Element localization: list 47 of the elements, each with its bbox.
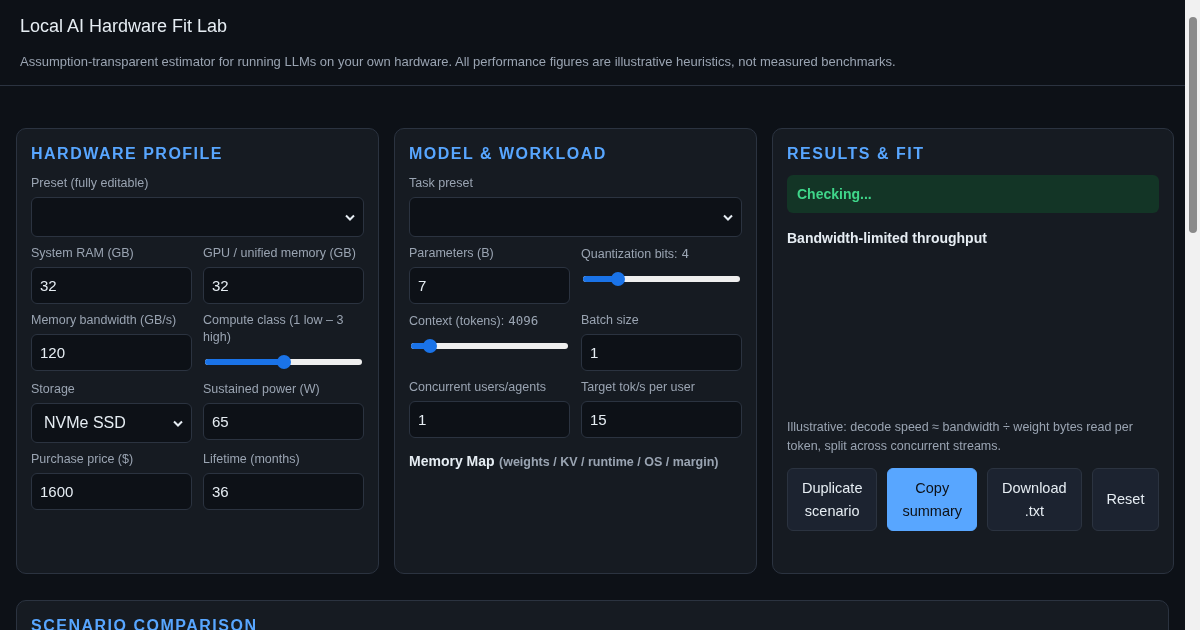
- field-label: Compute class (1 low – 3 high): [203, 312, 345, 346]
- action-button[interactable]: Reset: [1091, 468, 1160, 531]
- dropdown-field[interactable]: [31, 197, 364, 237]
- field-label: Storage: [31, 381, 76, 398]
- number-field[interactable]: 36: [203, 473, 364, 510]
- app-subtitle: Assumption-transparent estimator for running LLMs on your own hardware. All performance figures are illustrative heuristics, not measured benchmarks.: [20, 54, 897, 69]
- field-label: Quantization bits: 4: [581, 245, 691, 263]
- action-button[interactable]: Duplicate scenario: [787, 468, 878, 531]
- action-button[interactable]: Download .txt: [987, 468, 1082, 531]
- number-field[interactable]: 7: [409, 267, 570, 304]
- dropdown-field[interactable]: [409, 197, 742, 237]
- field-label: Memory bandwidth (GB/s): [31, 312, 178, 329]
- field-label: Purchase price ($): [31, 451, 135, 468]
- number-field[interactable]: 15: [581, 401, 742, 438]
- action-button[interactable]: Copy summary: [887, 468, 978, 531]
- field-label: Batch size: [581, 312, 640, 329]
- section-title: Bandwidth-limited throughput: [787, 230, 988, 246]
- number-field[interactable]: 32: [31, 267, 192, 304]
- number-field[interactable]: 1600: [31, 473, 192, 510]
- number-field[interactable]: 1: [581, 334, 742, 371]
- chevron-down-icon: [723, 213, 733, 221]
- app-title: Local AI Hardware Fit Lab: [20, 16, 229, 37]
- dropdown-field[interactable]: NVMe SSD: [31, 403, 192, 443]
- status-banner: Checking...: [787, 175, 1160, 213]
- number-field[interactable]: 32: [203, 267, 364, 304]
- field-label: Task preset: [409, 175, 474, 192]
- field-label: Sustained power (W): [203, 381, 321, 398]
- note-text: Illustrative: decode speed ≈ bandwidth ÷ weight bytes read per token, split across concurrent streams.: [787, 419, 1134, 455]
- section-note: (weights / KV / runtime / OS / margin): [499, 455, 719, 469]
- field-label: Parameters (B): [409, 245, 495, 262]
- field-label: Context (tokens): 4096: [409, 312, 540, 330]
- panel-title: MODEL & WORKLOAD: [409, 145, 608, 163]
- panel-title: HARDWARE PROFILE: [31, 145, 224, 163]
- number-field[interactable]: 120: [31, 334, 192, 371]
- field-label: Lifetime (months): [203, 451, 301, 468]
- chevron-down-icon: [345, 213, 355, 221]
- field-label: GPU / unified memory (GB): [203, 245, 357, 262]
- section-title: Memory Map: [409, 453, 495, 469]
- field-label: Concurrent users/agents: [409, 379, 547, 396]
- chevron-down-icon: [173, 419, 183, 427]
- scrollbar[interactable]: [1185, 0, 1200, 630]
- field-label: System RAM (GB): [31, 245, 135, 262]
- field-label: Preset (fully editable): [31, 175, 150, 192]
- number-field[interactable]: 65: [203, 403, 364, 440]
- panel-title: RESULTS & FIT: [787, 145, 926, 163]
- field-label: Target tok/s per user: [581, 379, 696, 396]
- number-field[interactable]: 1: [409, 401, 570, 438]
